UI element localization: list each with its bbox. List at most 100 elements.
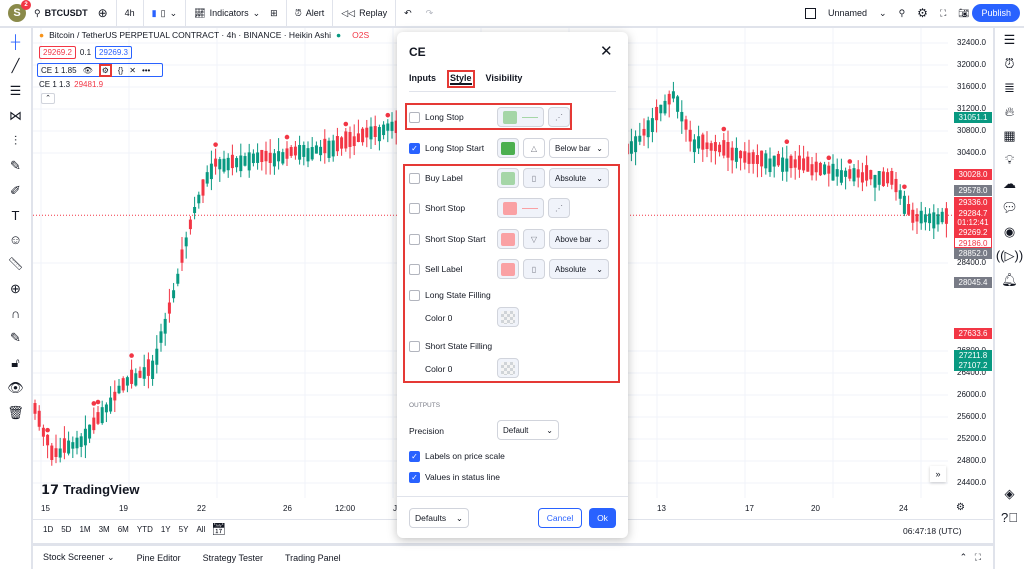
- tab-visibility[interactable]: Visibility: [486, 73, 523, 85]
- collapse-panel-icon[interactable]: ⌃ ⛶: [960, 552, 981, 563]
- checkbox[interactable]: ✓: [409, 142, 420, 154]
- candle: [373, 126, 377, 138]
- candle: [659, 104, 663, 114]
- range-all[interactable]: All: [196, 525, 205, 534]
- camera-icon[interactable]: 📷︎: [958, 8, 969, 19]
- calendar-icon[interactable]: ▦: [1003, 128, 1015, 144]
- clock[interactable]: 06:47:18 (UTC): [903, 526, 962, 536]
- eye-icon[interactable]: 👁︎: [7, 380, 24, 396]
- indicator-legend-row[interactable]: CE 1 1.85 👁︎ ⚙{} ✕ •••: [37, 63, 163, 77]
- zoom-in-icon[interactable]: ⊕: [10, 281, 21, 297]
- precision-select[interactable]: Default ⌄: [497, 420, 559, 440]
- broadcast-icon[interactable]: ((▷)): [996, 248, 1023, 264]
- price-label: 29336.0: [954, 197, 992, 208]
- candle: [839, 170, 843, 183]
- tab-inputs[interactable]: Inputs: [409, 73, 436, 85]
- range-1d[interactable]: 1D: [43, 525, 53, 534]
- layers-icon[interactable]: ◈: [1005, 486, 1015, 502]
- range-5d[interactable]: 5D: [61, 525, 71, 534]
- scroll-to-realtime-button[interactable]: »: [930, 466, 946, 482]
- settings-icon[interactable]: ⚙: [917, 6, 928, 20]
- ruler-icon[interactable]: 📏︎: [7, 256, 24, 272]
- triangle-up-icon[interactable]: △: [523, 138, 545, 158]
- chat-icon[interactable]: 💬︎: [1001, 200, 1018, 216]
- tab-strategy-tester[interactable]: Strategy Tester: [203, 553, 263, 563]
- chevron-down-icon: ⌄: [455, 512, 463, 523]
- eye-icon[interactable]: 👁︎: [83, 66, 93, 75]
- chevron-down-icon[interactable]: ⌄: [879, 8, 887, 19]
- candle: [684, 119, 688, 130]
- labels-on-scale-row[interactable]: ✓ Labels on price scale: [409, 446, 505, 466]
- help-icon[interactable]: ?⃝: [1001, 510, 1018, 525]
- layout-icon[interactable]: [805, 7, 816, 19]
- chat-cloud-icon[interactable]: ☁: [1003, 176, 1016, 192]
- quick-search-icon[interactable]: ⚲: [899, 8, 906, 19]
- redo-icon[interactable]: ↷: [426, 8, 434, 19]
- indicators-button[interactable]: 📈︎ Indicators ⌄ ⊞: [186, 0, 287, 26]
- gear-icon[interactable]: ⚙: [98, 63, 112, 77]
- close-icon[interactable]: ✕: [129, 66, 136, 75]
- emoji-icon[interactable]: ☺: [9, 232, 22, 247]
- trash-icon[interactable]: 🗑︎: [7, 405, 24, 421]
- user-avatar[interactable]: S2: [8, 0, 31, 22]
- tab-pine-editor[interactable]: Pine Editor: [137, 553, 181, 563]
- fullscreen-icon[interactable]: ⛶: [940, 8, 946, 19]
- templates-icon[interactable]: ⊞: [270, 8, 278, 19]
- range-6m[interactable]: 6M: [118, 525, 129, 534]
- tab-stock-screener[interactable]: Stock Screener ⌄: [43, 552, 115, 563]
- watchlist-icon[interactable]: ☰: [1004, 32, 1016, 48]
- notifications-icon[interactable]: 🔔︎: [1001, 272, 1018, 288]
- goto-date-icon[interactable]: 📅︎: [211, 522, 226, 536]
- publish-button[interactable]: Publish: [972, 4, 1020, 22]
- brush-icon[interactable]: ✎: [10, 158, 21, 174]
- pen-icon[interactable]: ✐: [10, 183, 21, 199]
- chart-type-button[interactable]: ▮ ▯ ⌄: [144, 0, 187, 26]
- add-symbol-icon[interactable]: ⊕: [98, 6, 108, 20]
- fib-icon[interactable]: ☰: [10, 83, 22, 99]
- more-icon[interactable]: •••: [142, 66, 150, 75]
- color-swatch[interactable]: [497, 138, 519, 158]
- tab-style[interactable]: Style: [447, 70, 475, 88]
- checkbox[interactable]: ✓: [409, 471, 420, 483]
- hotlist-icon[interactable]: 🔥︎: [1005, 104, 1015, 120]
- collapse-legend-icon[interactable]: ⌃: [41, 93, 55, 104]
- pattern-icon[interactable]: ⋈: [9, 108, 22, 124]
- cancel-button[interactable]: Cancel: [538, 508, 582, 528]
- alarm-icon[interactable]: ⏰︎: [1004, 56, 1014, 72]
- lock-icon[interactable]: 🔓︎: [11, 355, 19, 371]
- shape-location-select[interactable]: Below bar ⌄: [549, 138, 609, 158]
- range-5y[interactable]: 5Y: [179, 525, 189, 534]
- defaults-button[interactable]: Defaults ⌄: [409, 508, 469, 528]
- axis-settings-icon[interactable]: ⚙: [956, 502, 965, 513]
- lock-drawings-icon[interactable]: ✎: [10, 330, 21, 346]
- style-row[interactable]: ✓ Long Stop Start: [409, 138, 484, 158]
- undo-icon[interactable]: ↶: [404, 8, 412, 19]
- crosshair-icon[interactable]: ┼: [11, 34, 20, 49]
- ok-button[interactable]: Ok: [589, 508, 616, 528]
- object-tree-icon[interactable]: ≣: [1004, 80, 1015, 96]
- trend-line-icon[interactable]: ╱: [12, 58, 20, 74]
- interval-button[interactable]: 4h: [117, 0, 144, 26]
- buy-price-button[interactable]: 29269.3: [95, 46, 132, 59]
- gann-icon[interactable]: ⫶: [14, 133, 17, 149]
- candle: [188, 219, 192, 230]
- source-code-icon[interactable]: {}: [118, 66, 123, 75]
- values-in-status-row[interactable]: ✓ Values in status line: [409, 467, 500, 487]
- layout-name[interactable]: Unnamed: [828, 8, 867, 18]
- sell-price-button[interactable]: 29269.2: [39, 46, 76, 59]
- streams-icon[interactable]: ◉: [1004, 224, 1015, 240]
- range-1m[interactable]: 1M: [79, 525, 90, 534]
- checkbox[interactable]: ✓: [409, 450, 420, 462]
- close-icon[interactable]: ✕: [600, 42, 613, 60]
- range-3m[interactable]: 3M: [99, 525, 110, 534]
- alert-button[interactable]: ⏰︎ Alert: [287, 0, 334, 26]
- range-ytd[interactable]: YTD: [137, 525, 153, 534]
- tab-trading-panel[interactable]: Trading Panel: [285, 553, 341, 563]
- range-1y[interactable]: 1Y: [161, 525, 171, 534]
- candle: [184, 237, 188, 247]
- ideas-icon[interactable]: 💡︎: [1005, 152, 1014, 168]
- text-icon[interactable]: T: [12, 208, 20, 223]
- magnet-icon[interactable]: ∩: [11, 306, 20, 321]
- symbol-search[interactable]: ⚲ BTCUSDT ⊕: [26, 0, 117, 26]
- replay-button[interactable]: ◁◁ Replay: [333, 0, 397, 26]
